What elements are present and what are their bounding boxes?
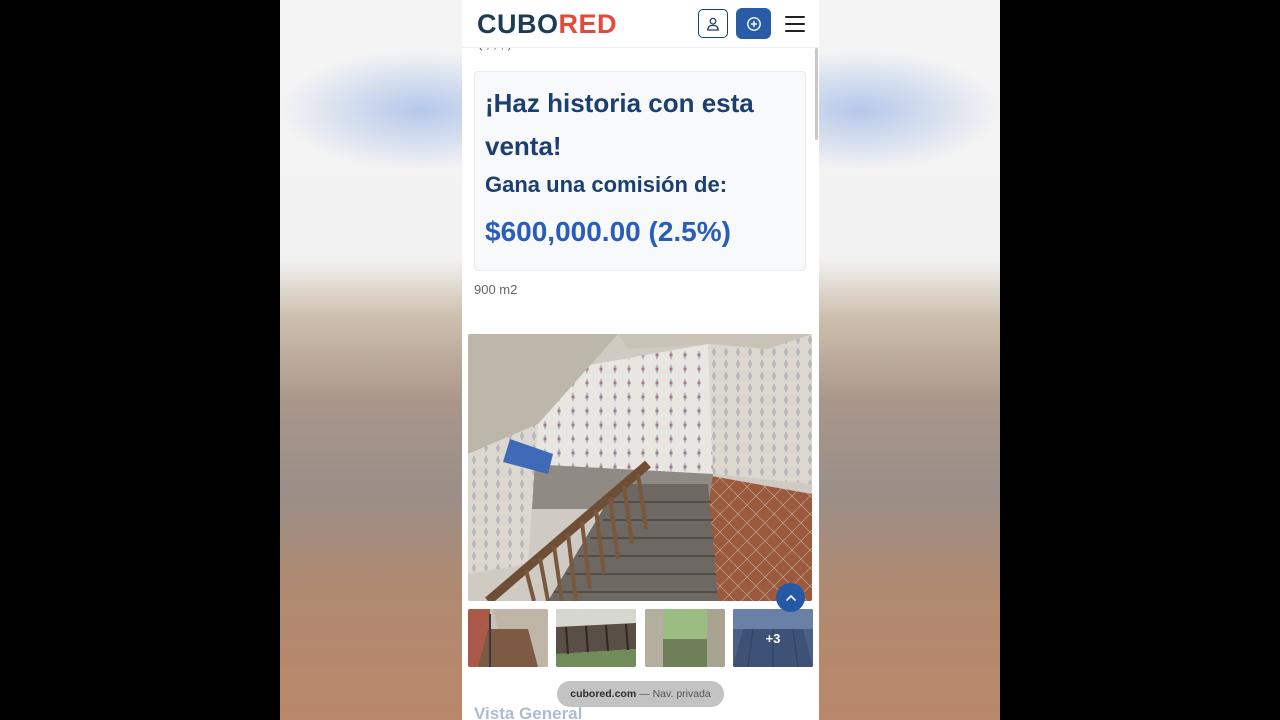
staircase-photo: [468, 334, 812, 601]
user-icon: [707, 17, 719, 31]
promo-headline: ¡Haz historia con esta venta!: [485, 88, 754, 161]
property-area: 900 m2: [474, 282, 518, 297]
scroll-to-top-button[interactable]: [776, 583, 805, 612]
user-account-button[interactable]: [698, 9, 728, 38]
scrollbar[interactable]: [815, 48, 818, 140]
thumbnail[interactable]: [556, 609, 637, 667]
site-header: CUBORED: [462, 0, 819, 48]
commission-promo-card: ¡Haz historia con esta venta! Gana una c…: [474, 71, 806, 271]
plus-circle-icon: [746, 16, 761, 31]
thumbnail[interactable]: [468, 609, 548, 667]
browser-url-bar[interactable]: cubored.com — Nav. privada: [557, 681, 724, 707]
more-photos-count: +3: [732, 609, 813, 667]
commission-amount: $600,000.00 (2.5%): [485, 216, 731, 247]
main-property-photo[interactable]: [468, 334, 812, 601]
private-mode-label: — Nav. privada: [639, 688, 711, 700]
cubored-logo[interactable]: CUBORED: [477, 9, 617, 40]
url-domain: cubored.com: [570, 688, 637, 700]
thumbnail[interactable]: [644, 609, 725, 667]
commission-label: Gana una comisión de:: [485, 172, 728, 197]
photo-thumbnails: +3: [468, 609, 813, 668]
hamburger-icon[interactable]: [783, 13, 807, 35]
video-frame: CUBORED ( , , , ) ¡Haz historia: [0, 0, 1280, 720]
add-listing-button[interactable]: [736, 8, 771, 39]
phone-screen: CUBORED ( , , , ) ¡Haz historia: [462, 0, 819, 720]
thumbnail-more[interactable]: +3: [732, 609, 813, 667]
chevron-up-icon: [785, 594, 796, 601]
